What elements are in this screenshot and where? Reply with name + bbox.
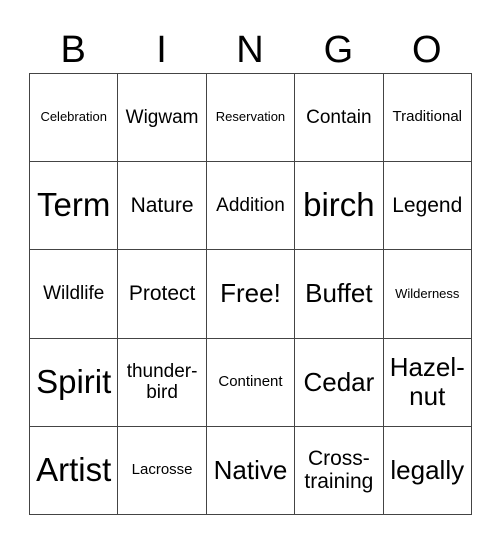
bingo-grid: Celebration Wigwam Reservation Contain T… [28, 72, 472, 515]
grid-row: Celebration Wigwam Reservation Contain T… [28, 72, 472, 163]
bingo-cell: Nature [117, 161, 207, 251]
bingo-cell: legally [382, 425, 472, 515]
bingo-cell: Legend [382, 161, 472, 251]
bingo-cell: Wilderness [382, 249, 472, 339]
bingo-cell: Cross- training [294, 425, 384, 515]
bingo-cell: Continent [205, 337, 296, 427]
bingo-cell: Buffet [294, 249, 384, 339]
bingo-cell: Cedar [294, 337, 384, 427]
bingo-cell: Lacrosse [117, 425, 207, 515]
bingo-header: B I N G O [29, 28, 471, 72]
bingo-cell: Term [28, 161, 119, 251]
bingo-cell: Spirit [28, 337, 119, 427]
bingo-cell: Wigwam [117, 72, 207, 163]
free-space-cell: Free! [205, 249, 296, 339]
header-letter-n: N [236, 29, 264, 71]
bingo-cell: Native [205, 425, 296, 515]
bingo-cell: Traditional [382, 72, 472, 163]
header-letter-i: I [156, 29, 167, 71]
bingo-cell: Celebration [28, 72, 119, 163]
header-letter-b: B [60, 29, 86, 71]
grid-row: Wildlife Protect Free! Buffet Wilderness [28, 249, 472, 339]
bingo-cell: Hazel- nut [382, 337, 472, 427]
grid-row: Term Nature Addition birch Legend [28, 161, 472, 251]
bingo-cell: Contain [294, 72, 384, 163]
bingo-cell: Artist [28, 425, 119, 515]
bingo-cell: thunder- bird [117, 337, 207, 427]
header-letter-g: G [323, 29, 354, 71]
bingo-cell: Protect [117, 249, 207, 339]
bingo-cell: birch [294, 161, 384, 251]
bingo-cell: Reservation [205, 72, 296, 163]
grid-row: Artist Lacrosse Native Cross- training l… [28, 425, 472, 515]
bingo-cell: Addition [205, 161, 296, 251]
header-letter-o: O [411, 29, 442, 71]
bingo-cell: Wildlife [28, 249, 119, 339]
grid-row: Spirit thunder- bird Continent Cedar Haz… [28, 337, 472, 427]
